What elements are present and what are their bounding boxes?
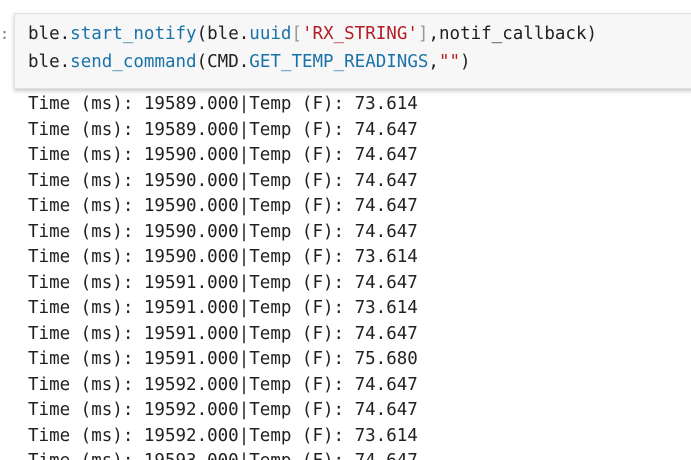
output-line: Time (ms): 19590.000|Temp (F): 74.647 [28,196,418,216]
code-token: ble [28,24,60,44]
code-token: 'RX_STRING' [302,24,418,44]
output-line: Time (ms): 19591.000|Temp (F): 73.614 [28,298,418,318]
output-line: Time (ms): 19592.000|Temp (F): 74.647 [28,400,418,420]
code-token: GET_TEMP_READINGS [249,52,429,72]
code-token: uuid [249,24,292,44]
output-line: Time (ms): 19592.000|Temp (F): 74.647 [28,374,418,395]
code-token: CMD [207,52,239,72]
code-token: start_notify [70,24,197,44]
output-line: Time (ms): 19593.000|Temp (F): 74.647 [28,449,688,460]
code-token: ) [586,24,598,44]
code-token: , [428,52,439,72]
code-line-2[interactable]: ble.send_command(CMD.GET_TEMP_READINGS,"… [28,49,471,75]
output-line: Time (ms): 19591.000|Temp (F): 75.680 [28,349,418,369]
code-cell-input[interactable]: ble.start_notify(ble.uuid['RX_STRING'],n… [14,13,691,89]
code-token: send_command [70,52,197,72]
cell-output: Time (ms): 19589.000|Temp (F): 73.614 Ti… [28,92,688,460]
code-token: ble [207,24,239,44]
code-token: notif_callback [439,24,587,44]
code-token: . [59,52,71,72]
code-token: "" [438,52,461,72]
code-token: . [238,52,250,72]
code-token: . [238,24,250,44]
output-line: Time (ms): 19591.000|Temp (F): 74.647 [28,272,418,293]
code-line-1[interactable]: ble.start_notify(ble.uuid['RX_STRING'],n… [28,21,597,47]
output-line: Time (ms): 19590.000|Temp (F): 74.647 [28,221,418,242]
output-line: Time (ms): 19589.000|Temp (F): 74.647 [28,119,418,140]
cell-prompt: : [0,25,10,43]
code-token: ( [196,52,208,72]
output-line: Time (ms): 19590.000|Temp (F): 74.647 [28,170,418,191]
code-token: , [428,24,439,44]
output-line: Time (ms): 19590.000|Temp (F): 73.614 [28,247,418,267]
code-token: ] [417,24,429,44]
code-token: ( [196,24,208,44]
output-line: Time (ms): 19590.000|Temp (F): 74.647 [28,145,418,165]
output-line: Time (ms): 19589.000|Temp (F): 73.614 [28,94,418,114]
code-token: . [59,24,71,44]
code-token: ) [460,52,471,72]
output-line: Time (ms): 19591.000|Temp (F): 74.647 [28,323,418,344]
code-token: [ [291,24,302,44]
output-line: Time (ms): 19592.000|Temp (F): 73.614 [28,425,418,446]
code-token: ble [28,52,60,72]
